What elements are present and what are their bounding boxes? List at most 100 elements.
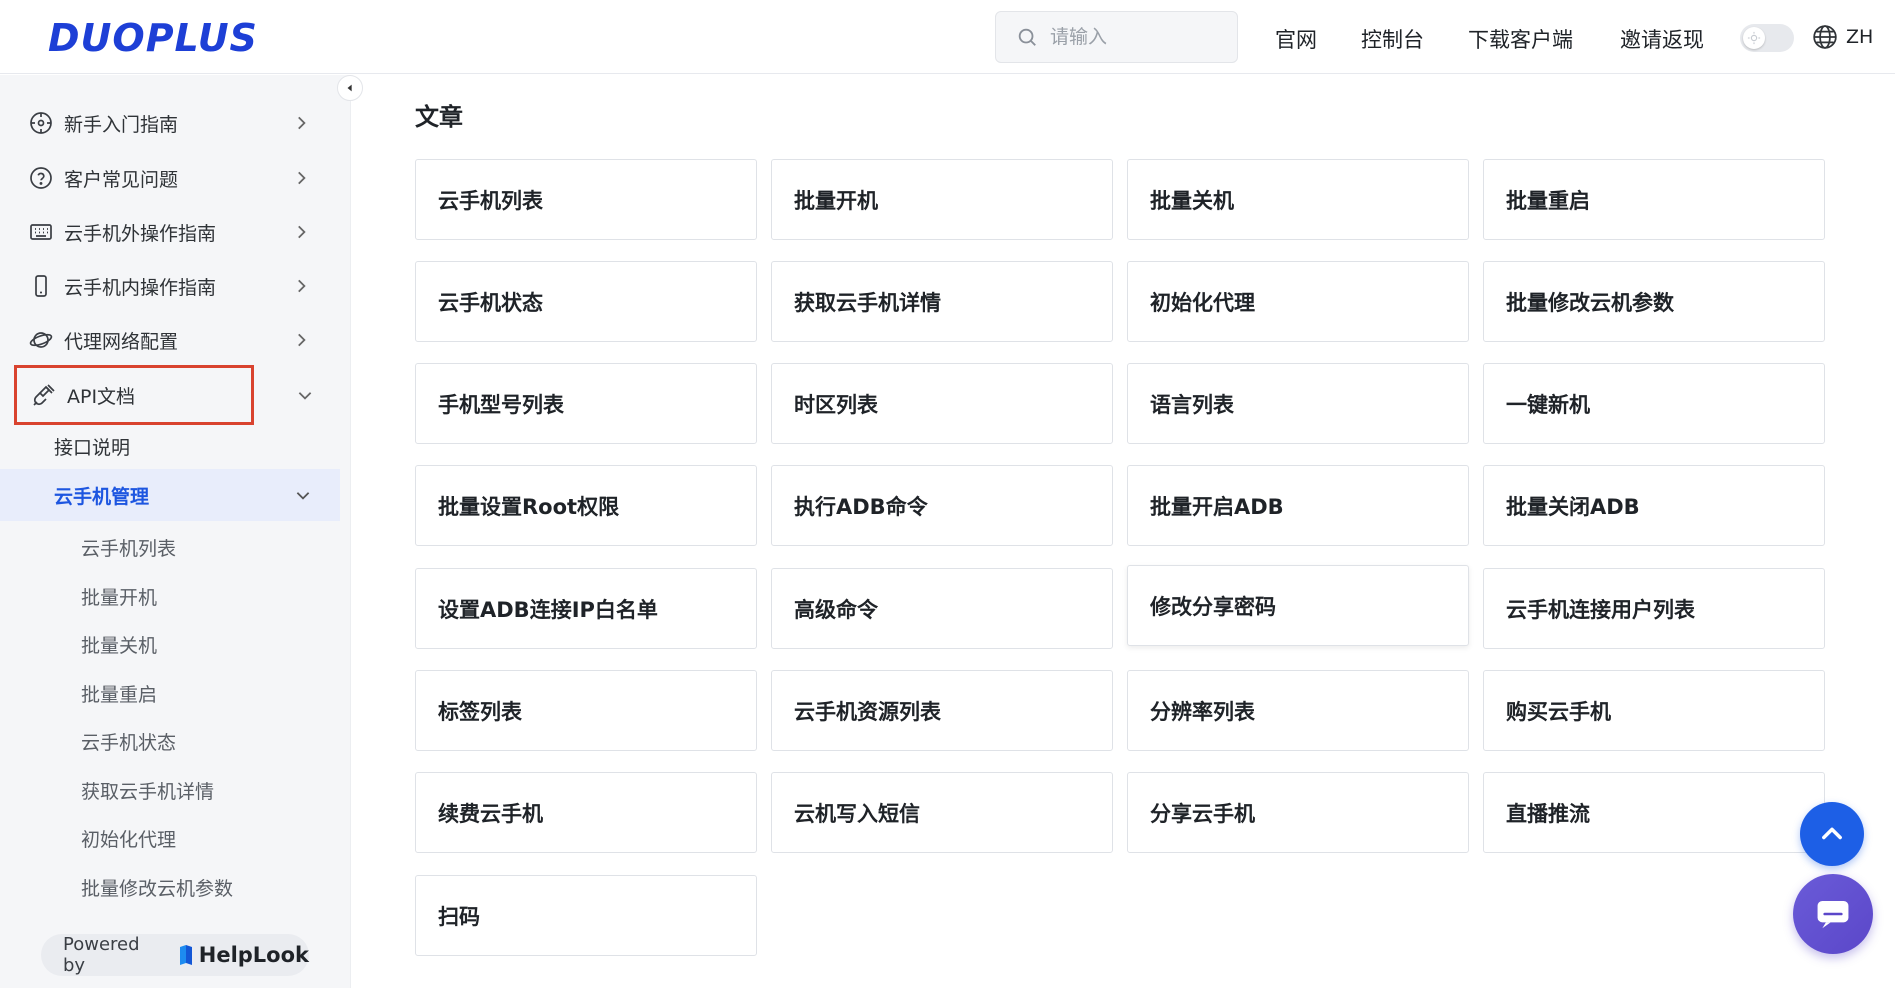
sidebar-item-label: 客户常见问题 [64,168,179,191]
caret-left-icon [347,84,352,92]
chevron-down-icon[interactable] [296,386,314,404]
article-card-model-list[interactable]: 手机型号列表 [415,363,757,444]
nav-official-site[interactable]: 官网 [1275,24,1317,54]
article-card-buy-phone[interactable]: 购买云手机 [1483,670,1825,751]
article-card-title: 云机写入短信 [794,801,920,826]
sidebar-leaf-phone-details[interactable]: 获取云手机详情 [81,777,214,804]
article-card-batch-power-off[interactable]: 批量关机 [1127,159,1469,240]
planet-icon [28,327,54,353]
article-card-batch-enable-adb[interactable]: 批量开启ADB [1127,465,1469,546]
article-card-live-stream[interactable]: 直播推流 [1483,772,1825,853]
article-card-title: 批量重启 [1506,188,1590,213]
sidebar-item-api-intro[interactable]: 接口说明 [0,420,340,472]
helplook-brand: HelpLook [198,943,309,967]
article-card-change-share-password[interactable]: 修改分享密码 [1127,565,1469,646]
article-card-title: 高级命令 [794,597,878,622]
plug-icon [31,382,57,408]
article-card-batch-restart[interactable]: 批量重启 [1483,159,1825,240]
article-card-timezone-list[interactable]: 时区列表 [771,363,1113,444]
powered-by-badge[interactable]: Powered by HelpLook [41,934,309,976]
article-card-batch-power-on[interactable]: 批量开机 [771,159,1113,240]
article-card-exec-adb[interactable]: 执行ADB命令 [771,465,1113,546]
sidebar-item-label: 新手入门指南 [64,113,179,136]
article-card-language-list[interactable]: 语言列表 [1127,363,1469,444]
article-card-write-sms[interactable]: 云机写入短信 [771,772,1113,853]
article-card-renew-phone[interactable]: 续费云手机 [415,772,757,853]
article-card-title: 一键新机 [1506,392,1590,417]
sidebar-leaf-batch-power-on[interactable]: 批量开机 [81,583,157,610]
duoplus-logo[interactable]: DUOPLUS [48,16,258,60]
article-card-phone-list[interactable]: 云手机列表 [415,159,757,240]
article-card-batch-disable-adb[interactable]: 批量关闭ADB [1483,465,1825,546]
article-card-tag-list[interactable]: 标签列表 [415,670,757,751]
article-card-title: 获取云手机详情 [794,290,941,315]
article-card-adb-ip-whitelist[interactable]: 设置ADB连接IP白名单 [415,568,757,649]
sidebar-item-label: API文档 [67,385,136,408]
article-card-title: 分享云手机 [1150,801,1255,826]
chevron-right-icon [298,116,306,130]
article-card-title: 批量关闭ADB [1506,494,1640,519]
sun-icon [1743,27,1765,49]
sidebar-item-phone-management[interactable]: 云手机管理 [0,469,340,521]
sidebar-item-label: 代理网络配置 [64,330,179,353]
helplook-icon [179,945,192,965]
article-card-scan-code[interactable]: 扫码 [415,875,757,956]
sidebar-leaf-phone-status[interactable]: 云手机状态 [81,728,176,755]
sidebar-leaf-init-proxy[interactable]: 初始化代理 [81,825,176,852]
sidebar-leaf-batch-restart[interactable]: 批量重启 [81,680,157,707]
chevron-up-icon [1822,827,1842,840]
sidebar-item-faq[interactable]: 客户常见问题 [14,152,340,204]
article-card-title: 续费云手机 [438,801,543,826]
article-card-advanced-command[interactable]: 高级命令 [771,568,1113,649]
language-switcher[interactable]: ZH [1812,24,1873,50]
article-card-resolution-list[interactable]: 分辨率列表 [1127,670,1469,751]
article-card-title: 修改分享密码 [1150,594,1276,619]
article-card-title: 云手机资源列表 [794,699,941,724]
theme-toggle[interactable] [1740,24,1794,52]
chevron-down-icon [296,492,310,500]
article-card-connected-users[interactable]: 云手机连接用户列表 [1483,568,1825,649]
search-box[interactable] [995,11,1238,63]
article-card-title: 时区列表 [794,392,878,417]
sidebar-item-external-ops[interactable]: 云手机外操作指南 [14,206,340,258]
article-card-phone-status[interactable]: 云手机状态 [415,261,757,342]
article-card-resource-list[interactable]: 云手机资源列表 [771,670,1113,751]
article-card-phone-details[interactable]: 获取云手机详情 [771,261,1113,342]
sidebar-item-beginner-guide[interactable]: 新手入门指南 [14,97,340,149]
article-card-share-phone[interactable]: 分享云手机 [1127,772,1469,853]
sidebar-leaf-phone-list[interactable]: 云手机列表 [81,534,176,561]
article-card-title: 初始化代理 [1150,290,1255,315]
sidebar-leaf-batch-power-off[interactable]: 批量关机 [81,631,157,658]
sidebar-collapse-button[interactable] [337,75,363,101]
article-card-batch-root[interactable]: 批量设置Root权限 [415,465,757,546]
article-card-title: 购买云手机 [1506,699,1611,724]
article-card-title: 批量开启ADB [1150,494,1284,519]
sidebar-item-label: 云手机内操作指南 [64,276,217,299]
sidebar-leaf-batch-modify-params[interactable]: 批量修改云机参数 [81,874,233,901]
sidebar-item-internal-ops[interactable]: 云手机内操作指南 [14,260,340,312]
chat-support-button[interactable] [1793,874,1873,954]
globe-icon [1813,25,1837,49]
chevron-right-icon [298,225,306,239]
chevron-right-icon [298,171,306,185]
article-card-title: 分辨率列表 [1150,699,1255,724]
chevron-right-icon [298,279,306,293]
article-card-batch-modify-params[interactable]: 批量修改云机参数 [1483,261,1825,342]
chat-icon [1817,900,1849,929]
search-input[interactable] [1050,26,1230,48]
article-card-init-proxy[interactable]: 初始化代理 [1127,261,1469,342]
sidebar-item-label: 云手机管理 [54,485,150,508]
nav-download-client[interactable]: 下载客户端 [1468,24,1573,54]
sidebar-item-api-docs[interactable]: API文档 [14,365,254,425]
article-card-title: 批量设置Root权限 [438,494,620,519]
scroll-to-top-button[interactable] [1800,802,1864,866]
keyboard-icon [28,219,54,245]
article-card-title: 标签列表 [438,699,522,724]
nav-invite-cashback[interactable]: 邀请返现 [1620,24,1704,54]
sidebar-item-proxy-config[interactable]: 代理网络配置 [14,314,340,366]
article-card-title: 云手机列表 [438,188,543,213]
powered-by-text: Powered by [63,934,140,976]
article-card-one-click-new[interactable]: 一键新机 [1483,363,1825,444]
nav-console[interactable]: 控制台 [1361,24,1424,54]
question-circle-icon [28,165,54,191]
